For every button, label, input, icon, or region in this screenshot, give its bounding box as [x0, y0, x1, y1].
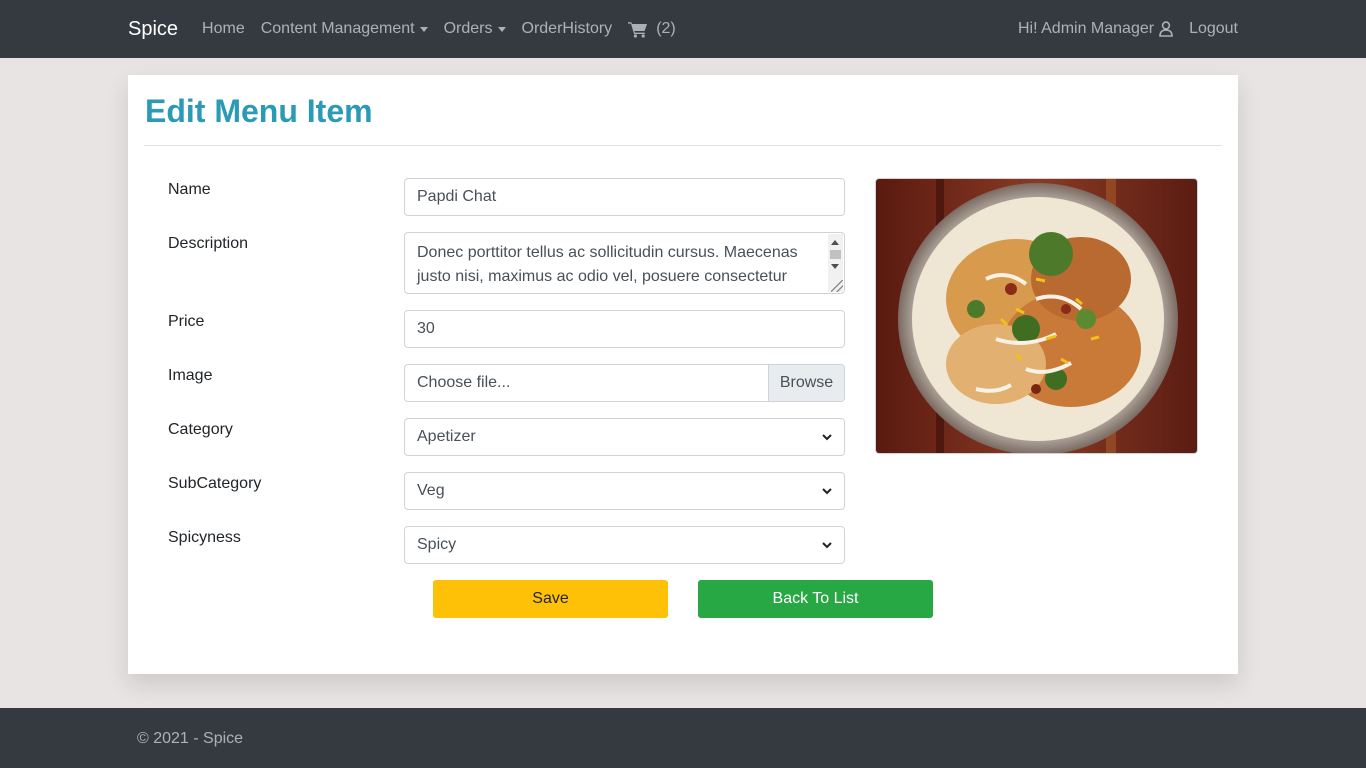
description-textarea[interactable]: Donec porttitor tellus ac sollicitudin c… — [404, 232, 845, 294]
price-input[interactable]: 30 — [404, 310, 845, 348]
navbar-right: Hi! Admin Manager Logout — [1002, 20, 1238, 38]
page-title: Edit Menu Item — [145, 93, 373, 129]
navbar: Spice Home Content Management Orders Ord… — [0, 0, 1366, 58]
scroll-up-icon[interactable] — [831, 240, 839, 245]
save-button[interactable]: Save — [433, 580, 668, 618]
image-label: Image — [168, 367, 213, 384]
name-input-value: Papdi Chat — [417, 188, 497, 205]
category-select[interactable]: Apetizer — [404, 418, 845, 456]
caret-down-icon — [497, 26, 506, 32]
spicyness-select-value: Spicy — [417, 536, 457, 553]
caret-down-icon — [419, 26, 428, 32]
scrollbar-thumb[interactable] — [830, 250, 841, 259]
title-divider — [144, 145, 1222, 146]
price-label: Price — [168, 313, 205, 330]
cart-icon — [628, 21, 648, 38]
chevron-down-icon — [822, 433, 832, 441]
menu-item-image — [875, 178, 1198, 454]
category-label: Category — [168, 421, 233, 438]
category-select-value: Apetizer — [417, 428, 476, 445]
brand-link[interactable]: Spice — [128, 18, 178, 41]
nav-order-history-label: OrderHistory — [521, 20, 613, 37]
edit-menu-item-card: Edit Menu Item Name Papdi Chat Descripti… — [128, 75, 1238, 674]
scroll-down-icon[interactable] — [831, 264, 839, 269]
subcategory-select-value: Veg — [417, 482, 445, 499]
user-greeting-label: Hi! Admin Manager — [1018, 20, 1155, 37]
back-to-list-button[interactable]: Back To List — [698, 580, 933, 618]
name-input[interactable]: Papdi Chat — [404, 178, 845, 216]
nav-cart[interactable]: (2) — [628, 20, 676, 38]
nav-content-management-label: Content Management — [260, 20, 415, 37]
nav-content-management-dropdown[interactable]: Content Management — [261, 20, 428, 38]
chevron-down-icon — [822, 541, 832, 549]
footer-copyright: © 2021 - Spice — [137, 730, 244, 747]
cart-count: (2) — [656, 20, 676, 37]
user-icon — [1159, 21, 1173, 37]
logout-link[interactable]: Logout — [1189, 20, 1238, 38]
nav-order-history[interactable]: OrderHistory — [522, 20, 613, 38]
nav-orders-label: Orders — [443, 20, 493, 37]
browse-button[interactable]: Browse — [768, 365, 844, 401]
name-label: Name — [168, 181, 211, 198]
footer: © 2021 - Spice — [0, 708, 1366, 768]
spicyness-select[interactable]: Spicy — [404, 526, 845, 564]
resize-handle-icon[interactable] — [831, 280, 843, 292]
navbar-inner: Spice Home Content Management Orders Ord… — [128, 0, 1238, 58]
nav-orders-dropdown[interactable]: Orders — [444, 20, 506, 38]
nav-home[interactable]: Home — [202, 20, 245, 38]
file-input-placeholder: Choose file... — [417, 374, 511, 391]
user-greeting[interactable]: Hi! Admin Manager — [1018, 20, 1173, 38]
spicyness-label: Spicyness — [168, 529, 241, 546]
nav-home-label: Home — [202, 20, 245, 37]
image-file-input[interactable]: Choose file... Browse — [404, 364, 845, 402]
chevron-down-icon — [822, 487, 832, 495]
price-input-value: 30 — [417, 320, 435, 337]
logout-label: Logout — [1189, 20, 1238, 37]
description-label: Description — [168, 235, 249, 252]
description-textarea-value: Donec porttitor tellus ac sollicitudin c… — [417, 244, 798, 285]
subcategory-label: SubCategory — [168, 475, 262, 492]
subcategory-select[interactable]: Veg — [404, 472, 845, 510]
